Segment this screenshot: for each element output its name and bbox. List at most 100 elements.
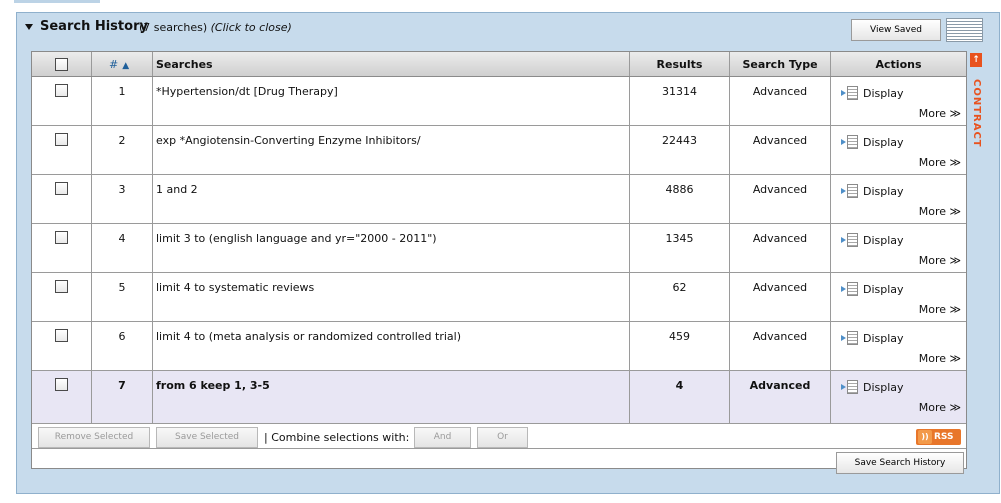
- result-count: 1345: [665, 232, 694, 245]
- panel-header: Search History (7 searches) (Click to cl…: [17, 13, 999, 47]
- row-number-cell: 4: [92, 224, 153, 272]
- save-history-row: Save Search History: [32, 450, 966, 474]
- row-type-cell: Advanced: [730, 273, 831, 321]
- click-to-close-link[interactable]: (Click to close): [211, 21, 292, 34]
- display-link[interactable]: Display: [841, 135, 904, 149]
- contract-label[interactable]: CONTRACT: [971, 79, 982, 148]
- selection-actions-row: Remove Selected Save Selected | Combine …: [32, 424, 966, 449]
- header-number-cell[interactable]: # ▲: [92, 52, 153, 76]
- more-link[interactable]: More ≫: [919, 107, 961, 120]
- row-checkbox[interactable]: [55, 280, 68, 293]
- result-count: 22443: [662, 134, 697, 147]
- row-search-cell: *Hypertension/dt [Drug Therapy]: [153, 77, 630, 125]
- header-results-cell: Results: [630, 52, 730, 76]
- more-link[interactable]: More ≫: [919, 352, 961, 365]
- header-searches-cell: Searches: [153, 52, 630, 76]
- search-count-text: (7 searches): [139, 21, 208, 34]
- display-link[interactable]: Display: [841, 380, 904, 394]
- row-search-cell: limit 4 to (meta analysis or randomized …: [153, 322, 630, 370]
- rss-label: RSS: [934, 432, 954, 442]
- display-document-icon: [841, 233, 858, 247]
- row-type-cell: Advanced: [730, 126, 831, 174]
- view-saved-button[interactable]: View Saved: [851, 19, 941, 41]
- row-search-cell: limit 4 to systematic reviews: [153, 273, 630, 321]
- sort-ascending-icon[interactable]: ▲: [122, 61, 129, 71]
- number-column-header[interactable]: # ▲: [109, 58, 129, 71]
- select-all-checkbox[interactable]: [55, 58, 68, 71]
- results-column-header: Results: [656, 58, 703, 71]
- search-query: *Hypertension/dt [Drug Therapy]: [156, 85, 338, 98]
- display-link[interactable]: Display: [841, 86, 904, 100]
- row-number-cell: 2: [92, 126, 153, 174]
- search-history-panel: Search History (7 searches) (Click to cl…: [16, 12, 1000, 494]
- row-select-cell: [32, 175, 92, 223]
- row-number: 2: [118, 134, 126, 147]
- panel-title[interactable]: Search History: [40, 19, 148, 34]
- more-link[interactable]: More ≫: [919, 303, 961, 316]
- row-number: 7: [118, 379, 126, 392]
- collapse-triangle-icon[interactable]: [25, 23, 33, 31]
- row-select-cell: [32, 77, 92, 125]
- display-document-icon: [841, 282, 858, 296]
- header-select-cell: [32, 52, 92, 76]
- row-checkbox[interactable]: [55, 231, 68, 244]
- table-row: 3 1 and 2 4886 Advanced Display More ≫: [32, 175, 966, 224]
- display-label: Display: [863, 136, 904, 149]
- row-checkbox[interactable]: [55, 84, 68, 97]
- display-label: Display: [863, 185, 904, 198]
- save-search-history-button[interactable]: Save Search History: [836, 452, 964, 474]
- row-select-cell: [32, 224, 92, 272]
- result-count: 4: [675, 379, 684, 392]
- row-select-cell: [32, 322, 92, 370]
- combine-or-button[interactable]: Or: [477, 427, 528, 448]
- display-link[interactable]: Display: [841, 331, 904, 345]
- header-type-cell: Search Type: [730, 52, 831, 76]
- row-results-cell: 4: [630, 371, 730, 423]
- row-search-cell: limit 3 to (english language and yr="200…: [153, 224, 630, 272]
- row-number: 6: [118, 330, 126, 343]
- more-link[interactable]: More ≫: [919, 156, 961, 169]
- number-header-label: #: [109, 58, 119, 71]
- top-accent: [14, 0, 100, 3]
- display-document-icon: [841, 86, 858, 100]
- row-results-cell: 4886: [630, 175, 730, 223]
- more-link[interactable]: More ≫: [919, 205, 961, 218]
- row-checkbox[interactable]: [55, 378, 68, 391]
- display-link[interactable]: Display: [841, 282, 904, 296]
- row-checkbox[interactable]: [55, 133, 68, 146]
- search-type-column-header: Search Type: [742, 58, 818, 71]
- row-type-cell: Advanced: [730, 371, 831, 423]
- search-type: Advanced: [752, 134, 808, 147]
- display-link[interactable]: Display: [841, 233, 904, 247]
- save-selected-button[interactable]: Save Selected: [156, 427, 258, 448]
- row-number-cell: 6: [92, 322, 153, 370]
- row-search-cell: 1 and 2: [153, 175, 630, 223]
- search-type: Advanced: [752, 281, 808, 294]
- table-header-row: # ▲ Searches Results Search Type Actions: [32, 52, 966, 77]
- rss-icon: )): [918, 430, 932, 444]
- row-checkbox[interactable]: [55, 329, 68, 342]
- row-select-cell: [32, 371, 92, 423]
- search-query: exp *Angiotensin-Converting Enzyme Inhib…: [156, 134, 421, 147]
- row-number-cell: 5: [92, 273, 153, 321]
- remove-selected-button[interactable]: Remove Selected: [38, 427, 150, 448]
- more-link[interactable]: More ≫: [919, 401, 961, 414]
- row-type-cell: Advanced: [730, 224, 831, 272]
- more-link[interactable]: More ≫: [919, 254, 961, 267]
- row-actions-cell: Display More ≫: [831, 371, 966, 423]
- list-view-icon[interactable]: [946, 18, 983, 42]
- row-checkbox[interactable]: [55, 182, 68, 195]
- display-label: Display: [863, 381, 904, 394]
- row-actions-cell: Display More ≫: [831, 77, 966, 125]
- combine-and-button[interactable]: And: [414, 427, 471, 448]
- rss-feed-button[interactable]: )) RSS: [916, 429, 961, 445]
- contract-tab[interactable]: ↑ CONTRACT: [968, 51, 984, 161]
- row-actions-cell: Display More ≫: [831, 322, 966, 370]
- contract-arrow-up-icon[interactable]: ↑: [970, 53, 982, 67]
- search-history-table: # ▲ Searches Results Search Type Actions …: [31, 51, 967, 474]
- row-select-cell: [32, 273, 92, 321]
- result-count: 31314: [662, 85, 697, 98]
- display-link[interactable]: Display: [841, 184, 904, 198]
- display-label: Display: [863, 234, 904, 247]
- result-count: 4886: [665, 183, 694, 196]
